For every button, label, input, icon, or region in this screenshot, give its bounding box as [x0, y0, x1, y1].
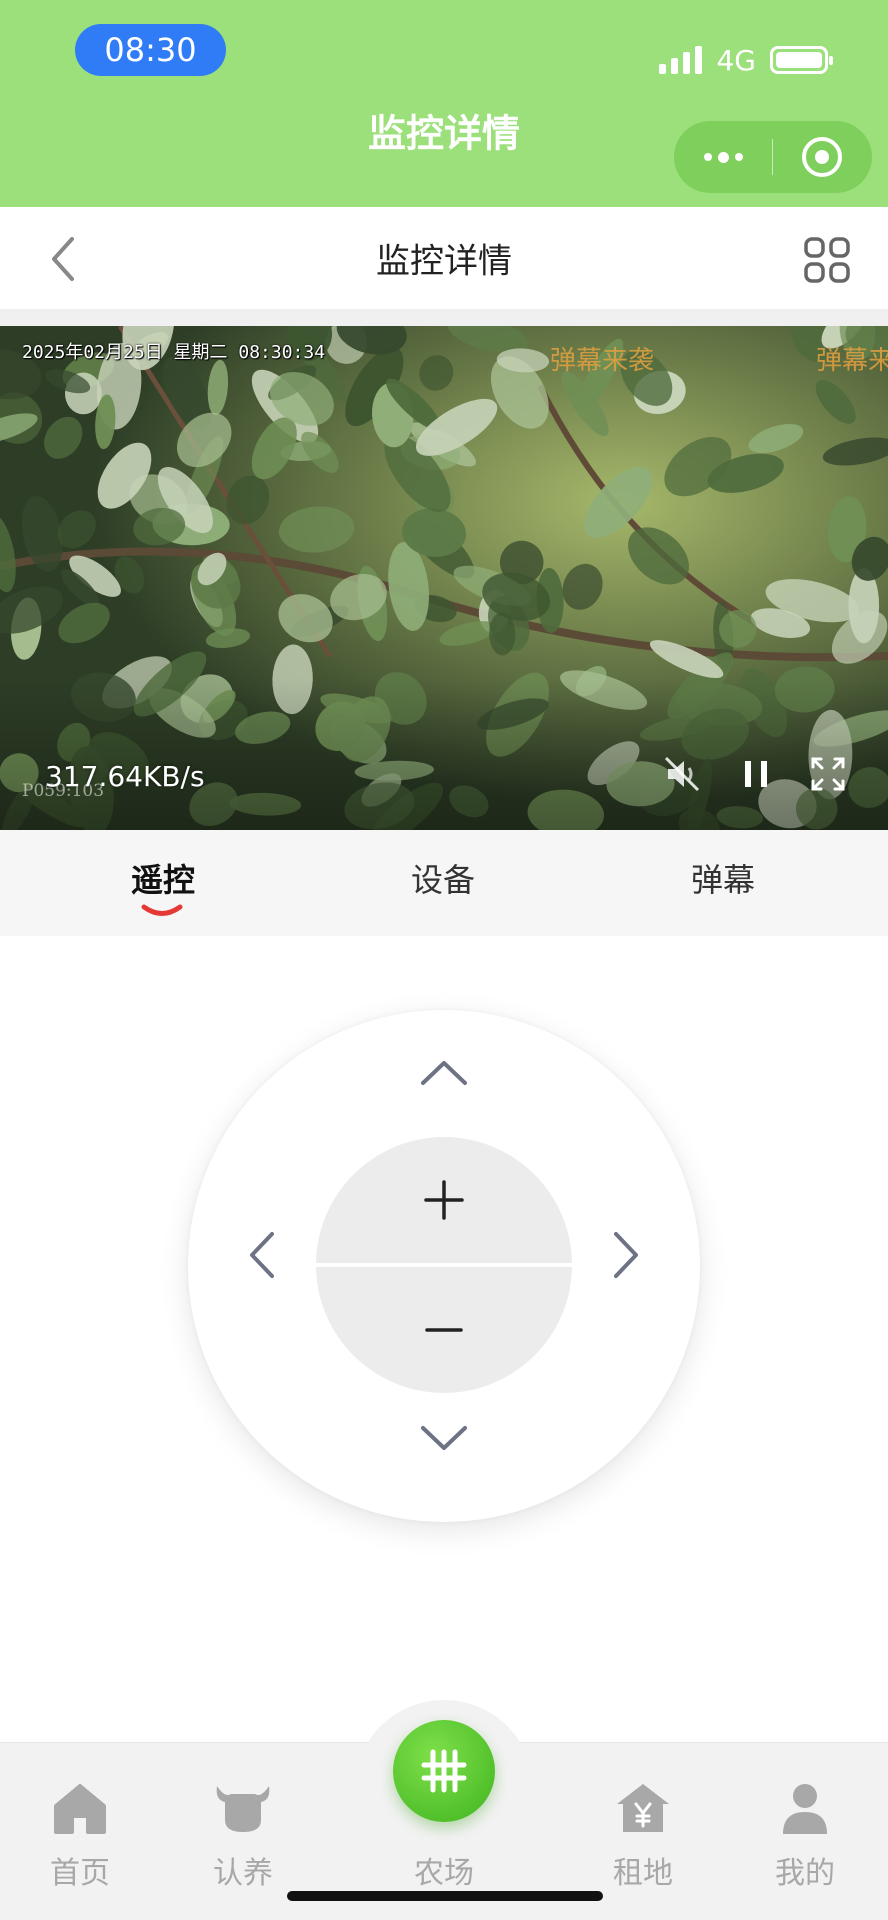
- home-indicator: [287, 1891, 603, 1901]
- tabbar-item-adopt[interactable]: 认养: [183, 1780, 303, 1892]
- hashtag-icon: [421, 1749, 467, 1793]
- zoom-out-button[interactable]: [316, 1267, 572, 1393]
- tabbar-item-farm[interactable]: [393, 1720, 495, 1822]
- tabbar-item-mine[interactable]: 我的: [745, 1780, 865, 1892]
- chevron-up-icon: [421, 1061, 467, 1085]
- target-close-icon[interactable]: [773, 121, 871, 193]
- grid-icon[interactable]: [802, 235, 852, 285]
- active-tab-indicator: [141, 904, 183, 916]
- signal-icon: [659, 46, 703, 74]
- danmaku-text: 弹幕来袭: [550, 346, 655, 376]
- pan-up-button[interactable]: [414, 1043, 474, 1103]
- land-yen-icon: [617, 1784, 669, 1832]
- more-dots-icon[interactable]: [674, 121, 772, 193]
- cow-icon: [216, 1786, 270, 1832]
- status-indicators: 4G: [659, 40, 833, 80]
- tabbar-item-rent-land[interactable]: 租地: [583, 1780, 703, 1892]
- tabbar-item-home[interactable]: 首页: [20, 1780, 140, 1892]
- page-navbar: 监控详情: [0, 207, 888, 310]
- network-type: 4G: [716, 43, 756, 77]
- tabbar-label: 我的: [775, 1856, 835, 1891]
- tabbar-label: 认养: [213, 1856, 273, 1891]
- home-icon: [54, 1784, 106, 1834]
- miniprogram-capsule: [674, 121, 872, 193]
- network-speed: 317.64KB/s: [45, 760, 205, 793]
- pan-right-button[interactable]: [596, 1225, 656, 1285]
- pause-icon[interactable]: [736, 754, 776, 794]
- fullscreen-icon[interactable]: [808, 754, 848, 794]
- control-tabs: 遥控 设备 弹幕: [0, 830, 888, 936]
- video-timestamp: 2025年02月25日 星期二 08:30:34: [22, 342, 326, 363]
- video-player[interactable]: 2025年02月25日 星期二 08:30:34 弹幕来袭 弹幕来 P059:1…: [0, 326, 888, 830]
- user-icon: [783, 1784, 827, 1834]
- tabbar-label: 农场: [414, 1856, 474, 1891]
- mute-icon[interactable]: [662, 754, 702, 794]
- chevron-right-icon: [614, 1232, 638, 1278]
- tabbar-label: 租地: [613, 1856, 673, 1891]
- tabbar-label: 首页: [50, 1856, 110, 1891]
- tab-remote[interactable]: 遥控: [63, 830, 263, 936]
- pan-left-button[interactable]: [232, 1225, 292, 1285]
- danmaku-text: 弹幕来: [816, 346, 888, 376]
- status-time: 08:30: [75, 24, 226, 76]
- chevron-down-icon: [421, 1426, 467, 1450]
- zoom-control: [316, 1137, 572, 1393]
- section-gap: [0, 310, 888, 326]
- pan-down-button[interactable]: [414, 1408, 474, 1468]
- page-title: 监控详情: [376, 241, 512, 282]
- tab-danmaku[interactable]: 弹幕: [623, 830, 823, 936]
- minus-icon: [425, 1328, 463, 1332]
- chevron-left-icon: [250, 1232, 274, 1278]
- plus-icon: [424, 1180, 464, 1220]
- tab-device[interactable]: 设备: [343, 830, 543, 936]
- zoom-in-button[interactable]: [316, 1137, 572, 1263]
- battery-icon: [770, 46, 833, 74]
